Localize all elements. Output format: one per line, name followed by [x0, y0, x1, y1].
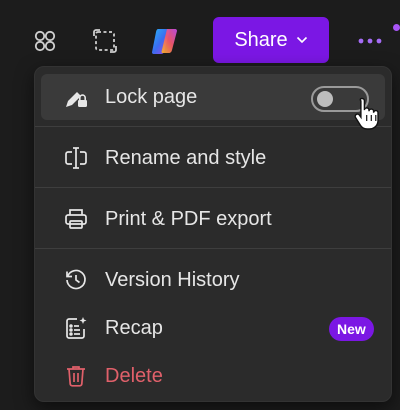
- app-window: Share Lock page Rename and style Print &…: [0, 0, 400, 410]
- menu-divider: [35, 126, 391, 127]
- menu-item-recap[interactable]: Recap New: [41, 305, 385, 351]
- rename-label: Rename and style: [105, 146, 267, 169]
- lock-pen-icon: [63, 84, 89, 110]
- apps-icon[interactable]: [30, 26, 60, 56]
- delete-label: Delete: [105, 364, 163, 387]
- trash-icon: [63, 363, 89, 389]
- history-icon: [63, 267, 89, 293]
- recap-sparkle-icon: [63, 315, 89, 341]
- more-dots-icon[interactable]: [355, 30, 385, 52]
- menu-divider: [35, 248, 391, 249]
- copilot-icon[interactable]: [150, 26, 180, 56]
- page-options-menu: Lock page Rename and style Print & PDF e…: [34, 66, 392, 402]
- notification-dot: [393, 24, 400, 31]
- rename-icon: [63, 145, 89, 171]
- lock-page-toggle[interactable]: [311, 86, 369, 112]
- menu-item-rename-and-style[interactable]: Rename and style: [41, 135, 385, 181]
- print-label: Print & PDF export: [105, 207, 272, 230]
- version-history-label: Version History: [105, 268, 240, 291]
- menu-divider: [35, 187, 391, 188]
- focus-frame-icon[interactable]: [90, 26, 120, 56]
- new-badge: New: [329, 317, 374, 341]
- share-label: Share: [234, 28, 288, 51]
- toggle-knob: [317, 91, 333, 107]
- chevron-down-icon: [296, 36, 308, 44]
- menu-item-delete[interactable]: Delete: [41, 353, 385, 399]
- recap-label: Recap: [105, 316, 163, 339]
- menu-item-lock-page[interactable]: Lock page: [41, 74, 385, 120]
- menu-item-version-history[interactable]: Version History: [41, 257, 385, 303]
- printer-icon: [63, 206, 89, 232]
- lock-page-label: Lock page: [105, 85, 198, 108]
- share-button[interactable]: Share: [213, 17, 329, 63]
- menu-item-print-pdf-export[interactable]: Print & PDF export: [41, 196, 385, 242]
